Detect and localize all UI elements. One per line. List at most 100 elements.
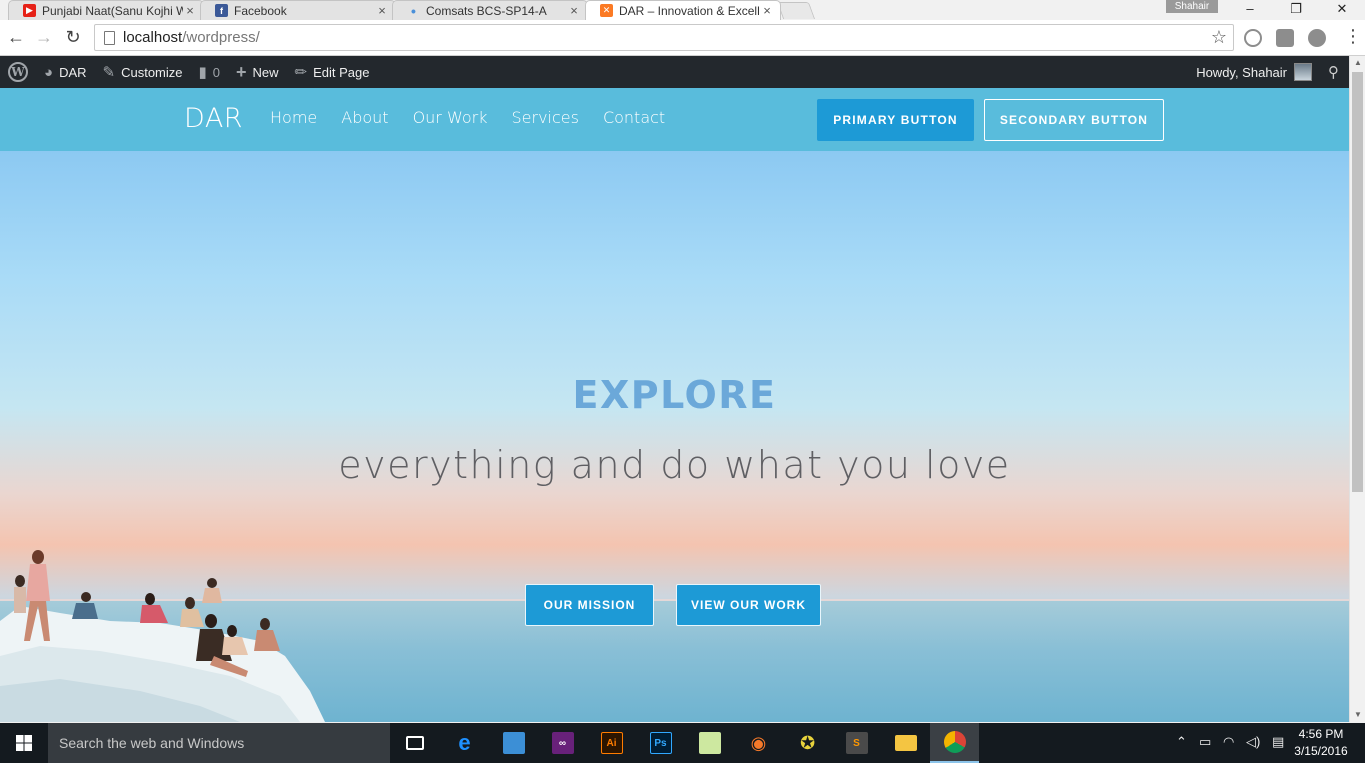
admin-new[interactable]: + New xyxy=(228,56,287,88)
taskbar-blender[interactable]: ◉ xyxy=(734,723,783,763)
photoshop-icon: Ps xyxy=(649,732,672,754)
close-icon[interactable]: × xyxy=(760,3,774,18)
chrome-icon xyxy=(943,731,966,753)
admin-new-label: New xyxy=(252,64,279,80)
taskbar-search[interactable]: Search the web and Windows xyxy=(48,723,390,763)
chevron-up-icon[interactable]: ⌃ xyxy=(1176,734,1187,750)
white-cliff-image xyxy=(0,550,325,722)
page-scrollbar[interactable]: ▲ ▼ xyxy=(1349,56,1365,722)
back-arrow-icon[interactable]: ← xyxy=(4,26,28,50)
page-viewport: W ◕ DAR ✎ Customize ▮ 0 + New ✏ Edit Pag… xyxy=(0,56,1349,722)
taskbar-app[interactable]: ✪ xyxy=(783,723,832,763)
tool-icon: ✪ xyxy=(799,732,816,753)
primary-button[interactable]: PRIMARY BUTTON xyxy=(817,99,974,141)
close-icon[interactable]: × xyxy=(183,3,197,18)
new-tab-button[interactable] xyxy=(776,2,816,19)
tab-title: Facebook xyxy=(234,3,287,18)
restore-button[interactable]: ❐ xyxy=(1273,0,1319,20)
hero-subtitle: everything and do what you love xyxy=(338,443,1011,487)
minimize-button[interactable]: – xyxy=(1227,0,1273,20)
site-logo[interactable]: DAR xyxy=(184,103,243,134)
battery-icon[interactable]: ▭ xyxy=(1199,734,1211,750)
admin-search[interactable]: ⚲ xyxy=(1320,56,1349,88)
browser-tab-comsats[interactable]: • Comsats BCS-SP14-A × xyxy=(392,0,588,20)
admin-customize[interactable]: ✎ Customize xyxy=(95,56,191,88)
clock-time: 4:56 PM xyxy=(1298,727,1344,741)
comment-icon: ▮ xyxy=(198,64,207,81)
our-mission-button[interactable]: OUR MISSION xyxy=(525,584,654,626)
extension-icon[interactable] xyxy=(1276,29,1294,47)
admin-account[interactable]: Howdy, Shahair xyxy=(1188,56,1320,88)
wp-logo-menu[interactable]: W xyxy=(0,56,36,88)
taskbar-illustrator[interactable]: Ai xyxy=(587,723,636,763)
app-window-icon xyxy=(502,732,525,754)
secondary-button[interactable]: SECONDARY BUTTON xyxy=(984,99,1164,141)
scrollbar-thumb[interactable] xyxy=(1352,72,1363,492)
admin-edit-page[interactable]: ✏ Edit Page xyxy=(287,56,378,88)
howdy-label: Howdy, Shahair xyxy=(1196,64,1287,80)
plus-icon: + xyxy=(236,61,247,82)
browser-tab-facebook[interactable]: f Facebook × xyxy=(200,0,396,20)
profile-badge[interactable]: Shahair xyxy=(1166,0,1218,13)
wifi-icon[interactable]: ◠ xyxy=(1223,734,1234,750)
taskbar-file-explorer[interactable] xyxy=(881,723,930,763)
tab-title: DAR – Innovation & Excell xyxy=(619,3,760,18)
hero-title: EXPLORE xyxy=(572,373,777,417)
scroll-down-icon[interactable]: ▼ xyxy=(1350,708,1365,722)
notifications-icon[interactable]: ▤ xyxy=(1272,734,1284,750)
windows-start-button[interactable] xyxy=(0,723,48,763)
window-close-button[interactable]: ✕ xyxy=(1319,0,1365,20)
extension-icon[interactable] xyxy=(1308,29,1326,47)
taskbar-app[interactable] xyxy=(489,723,538,763)
volume-icon[interactable]: ◁) xyxy=(1246,734,1260,750)
address-bar[interactable]: localhost/wordpress/ ☆ xyxy=(94,24,1234,51)
taskbar-photoshop[interactable]: Ps xyxy=(636,723,685,763)
page-icon xyxy=(104,30,115,45)
blender-icon: ◉ xyxy=(750,732,767,753)
folder-icon xyxy=(894,735,917,751)
browser-tab-youtube[interactable]: ▶ Punjabi Naat(Sanu Kojhi W × xyxy=(8,0,204,20)
taskbar-editor[interactable] xyxy=(685,723,734,763)
reload-icon[interactable]: ↻ xyxy=(61,26,85,50)
clock-date: 3/15/2016 xyxy=(1294,744,1348,758)
close-icon[interactable]: × xyxy=(567,3,581,18)
wordpress-logo-icon: W xyxy=(8,62,28,82)
taskbar-clock[interactable]: 4:56 PM 3/15/2016 xyxy=(1291,726,1351,760)
nav-contact[interactable]: Contact xyxy=(603,108,665,127)
taskbar-sublime[interactable]: S xyxy=(832,723,881,763)
nav-home[interactable]: Home xyxy=(270,108,317,127)
windows-taskbar: Search the web and Windows e ∞ Ai Ps ◉ ✪… xyxy=(0,723,1365,763)
browser-toolbar: ← → ↻ localhost/wordpress/ ☆ ⋮ xyxy=(0,20,1365,56)
nav-services[interactable]: Services xyxy=(511,108,578,127)
forward-arrow-icon[interactable]: → xyxy=(32,26,56,50)
bookmark-star-icon[interactable]: ☆ xyxy=(1211,27,1227,48)
sublime-icon: S xyxy=(845,732,868,754)
taskbar-edge[interactable]: e xyxy=(440,723,489,763)
nav-our-work[interactable]: Our Work xyxy=(413,108,488,127)
view-our-work-button[interactable]: VIEW OUR WORK xyxy=(676,584,821,626)
globe-extension-icon[interactable] xyxy=(1244,29,1262,47)
taskbar-chrome[interactable] xyxy=(930,723,979,763)
wp-admin-bar: W ◕ DAR ✎ Customize ▮ 0 + New ✏ Edit Pag… xyxy=(0,56,1349,88)
close-icon[interactable]: × xyxy=(375,3,389,18)
edge-icon: e xyxy=(458,730,471,755)
taskbar-visual-studio[interactable]: ∞ xyxy=(538,723,587,763)
scroll-up-icon[interactable]: ▲ xyxy=(1350,56,1365,70)
nav-about[interactable]: About xyxy=(341,108,388,127)
hero-section: EXPLORE everything and do what you love … xyxy=(0,151,1349,722)
facebook-icon: f xyxy=(215,4,228,17)
task-view-button[interactable] xyxy=(390,723,439,763)
admin-site-name[interactable]: ◕ DAR xyxy=(36,56,95,88)
admin-comments[interactable]: ▮ 0 xyxy=(191,56,229,88)
url-host: localhost xyxy=(123,29,183,46)
tab-title: Punjabi Naat(Sanu Kojhi W xyxy=(42,3,183,18)
browser-tab-strip: ▶ Punjabi Naat(Sanu Kojhi W × f Facebook… xyxy=(0,0,1365,20)
xampp-icon: ✕ xyxy=(600,4,613,17)
browser-tab-dar[interactable]: ✕ DAR – Innovation & Excell × xyxy=(585,0,781,20)
admin-customize-label: Customize xyxy=(121,64,183,80)
comments-count: 0 xyxy=(212,64,221,80)
browser-menu-icon[interactable]: ⋮ xyxy=(1344,26,1362,48)
avatar xyxy=(1294,63,1312,81)
dot-icon: • xyxy=(411,2,416,19)
dashboard-icon: ◕ xyxy=(44,63,54,81)
